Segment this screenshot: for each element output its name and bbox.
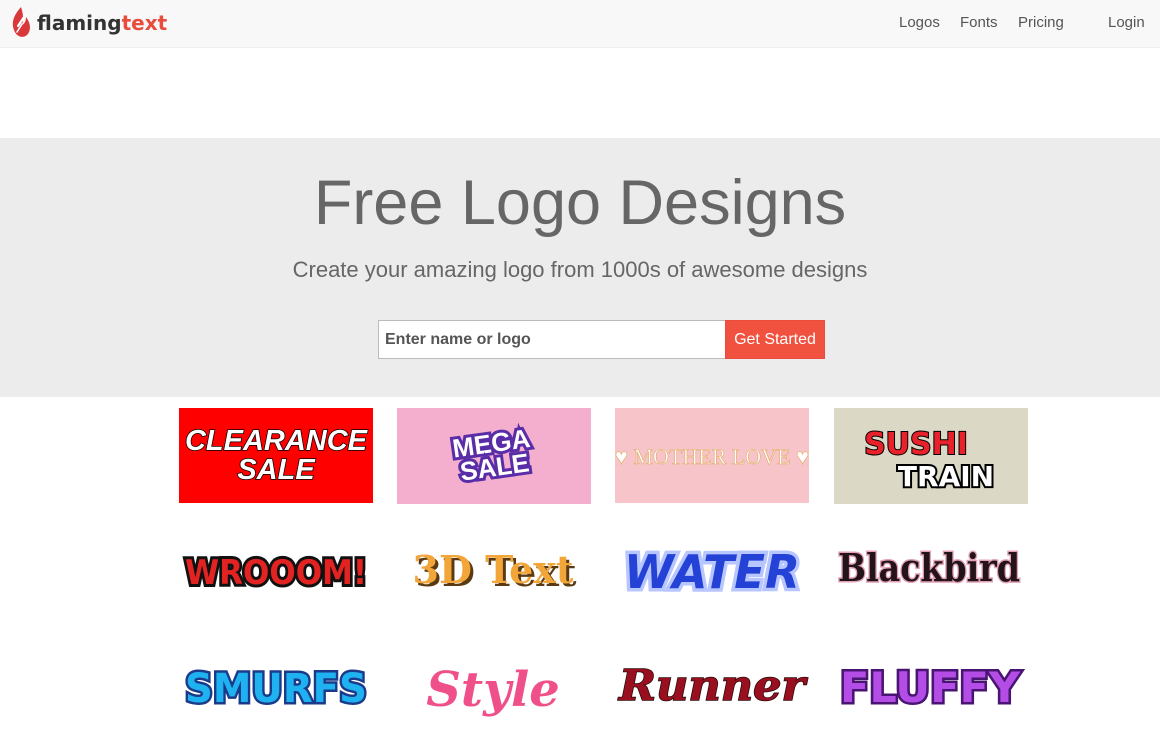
- logo-style-smurfs[interactable]: SMURFS: [179, 636, 373, 732]
- nav-logos-link[interactable]: Logos: [899, 14, 940, 31]
- tile-text-line: SUSHI: [864, 427, 968, 462]
- tile-text-line: SMURFS: [185, 666, 367, 712]
- tile-text-line: CLEARANCE: [185, 425, 369, 457]
- brand-wordmark-part1: flaming: [37, 11, 122, 35]
- brand-wordmark: flamingtext: [37, 11, 167, 35]
- brand-logo[interactable]: flamingtext: [8, 5, 167, 41]
- top-nav-bar: flamingtext Logos Fonts Pricing Login: [0, 0, 1160, 48]
- nav-login-link[interactable]: Login: [1108, 14, 1145, 31]
- logo-style-water[interactable]: WATER: [615, 520, 809, 616]
- tile-text-line: Style: [426, 662, 560, 718]
- logo-style-clearance-sale[interactable]: CLEARANCE SALE: [179, 408, 373, 504]
- tile-text-line: TRAIN: [898, 460, 994, 493]
- tile-text-line: FLUFFY: [840, 663, 1021, 712]
- tile-text-line: SALE: [237, 454, 316, 486]
- logo-style-mega-sale[interactable]: MEGA SALE: [397, 408, 591, 504]
- logo-style-blackbird[interactable]: Blackbird: [834, 520, 1028, 616]
- logo-style-mother-love[interactable]: ♥ MOTHER LOVE ♥: [615, 408, 809, 504]
- logo-style-style[interactable]: Style: [397, 636, 591, 732]
- logo-style-runner[interactable]: Runner: [615, 636, 809, 732]
- logo-style-fluffy[interactable]: FLUFFY: [834, 636, 1028, 732]
- logo-style-sushi-train[interactable]: SUSHI TRAIN: [834, 408, 1028, 504]
- logo-style-wrooom[interactable]: WROOOM!: [179, 520, 373, 616]
- logo-name-input[interactable]: [378, 320, 725, 359]
- hero-title: Free Logo Designs: [313, 168, 847, 238]
- flame-icon: [12, 7, 30, 37]
- tile-text-line: Runner: [618, 661, 808, 710]
- brand-wordmark-part2: text: [121, 11, 168, 35]
- nav-fonts-link[interactable]: Fonts: [960, 14, 998, 31]
- tile-text-line: Blackbird: [838, 545, 1020, 590]
- tile-text-line: ♥ MOTHER LOVE ♥: [615, 444, 809, 469]
- nav-pricing-link[interactable]: Pricing: [1018, 14, 1064, 31]
- get-started-button[interactable]: Get Started: [725, 320, 825, 359]
- tile-text-line: WATER: [624, 545, 800, 599]
- hero-subtitle: Create your amazing logo from 1000s of a…: [292, 257, 868, 282]
- tile-text-line: WROOOM!: [185, 553, 367, 593]
- logo-style-3d-text[interactable]: 3D Text 3D Text: [397, 520, 591, 616]
- tile-text-line: 3D Text: [413, 547, 574, 592]
